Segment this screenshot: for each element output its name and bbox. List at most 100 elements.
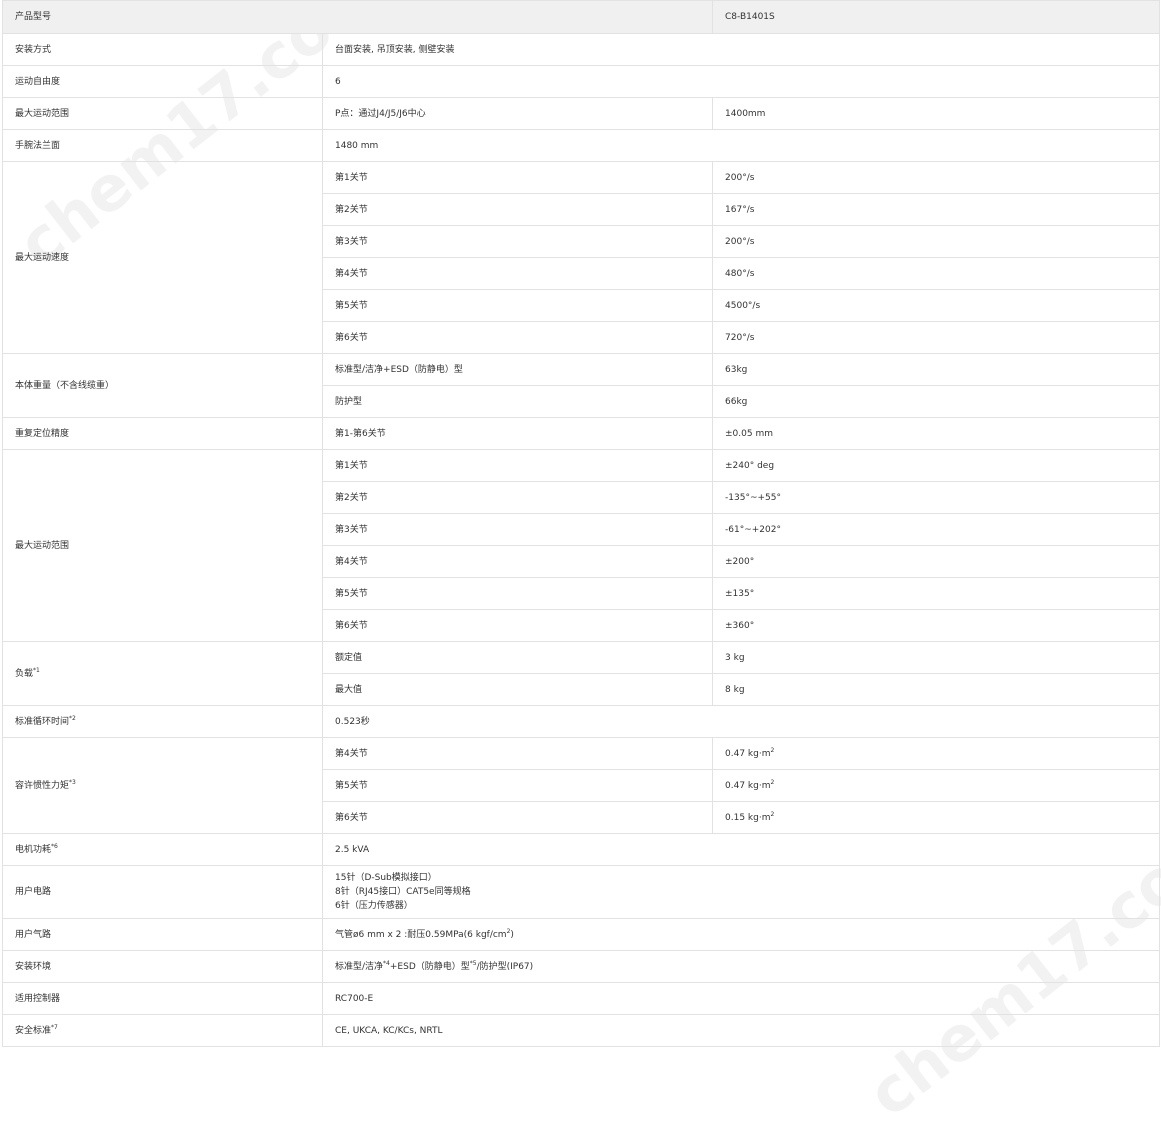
footnote-marker: *4 bbox=[383, 959, 390, 967]
row-label: 用户电路 bbox=[2, 865, 323, 919]
value-text: 气管ø6 mm x 2 :耐压0.59MPa(6 kgf/cm bbox=[335, 929, 507, 940]
value-text: /防护型(IP67) bbox=[476, 961, 534, 972]
row-label: 标准循环时间*2 bbox=[2, 705, 323, 738]
row-label: 用户气路 bbox=[2, 918, 323, 951]
row-label: 适用控制器 bbox=[2, 982, 323, 1015]
row-label: 运动自由度 bbox=[2, 65, 323, 98]
table-row: 重复定位精度 第1-第6关节 ±0.05 mm bbox=[2, 417, 1161, 450]
footnote-marker: *1 bbox=[33, 666, 40, 674]
row-value: -135°~+55° bbox=[712, 481, 1161, 514]
row-subitem: 第1关节 bbox=[321, 161, 714, 194]
value-text: 0.15 kg·m bbox=[725, 812, 771, 823]
table-row: 运动自由度 6 bbox=[2, 65, 1161, 98]
row-value: 1400mm bbox=[712, 97, 1161, 130]
row-subitem: 第3关节 bbox=[321, 513, 714, 546]
table-row: 负载*1 额定值 3 kg bbox=[2, 641, 1161, 706]
row-value: 0.523秒 bbox=[321, 705, 1161, 738]
row-label: 安全标准*7 bbox=[2, 1014, 323, 1047]
footnote-marker: *6 bbox=[51, 842, 58, 850]
row-value: RC700-E bbox=[321, 982, 1161, 1015]
row-subitem: 第6关节 bbox=[321, 321, 714, 354]
row-label: 最大运动范围 bbox=[2, 97, 323, 130]
table-row: 容许惯性力矩*3 第4关节 0.47 kg·m2 bbox=[2, 737, 1161, 834]
spec-table: 产品型号 C8-B1401S 安装方式 台面安装, 吊顶安装, 侧壁安装 运动自… bbox=[1, 0, 1161, 1047]
row-subitem: 第3关节 bbox=[321, 225, 714, 258]
row-label: 最大运动范围 bbox=[2, 449, 323, 642]
footnote-marker: *2 bbox=[69, 714, 76, 722]
value-text: +ESD（防静电）型 bbox=[389, 961, 470, 972]
row-value: 标准型/洁净*4+ESD（防静电）型*5/防护型(IP67) bbox=[321, 950, 1161, 983]
row-subitem: 第4关节 bbox=[321, 737, 714, 770]
row-subitem: 第6关节 bbox=[321, 609, 714, 642]
value-text: 标准型/洁净 bbox=[335, 961, 384, 972]
row-label-text: 安全标准 bbox=[15, 1025, 52, 1036]
value-text: ) bbox=[510, 929, 514, 940]
footnote-marker: *7 bbox=[51, 1023, 58, 1031]
row-label: 安装方式 bbox=[2, 33, 323, 66]
unit-superscript: 2 bbox=[770, 778, 775, 786]
table-row: 安全标准*7 CE, UKCA, KC/KCs, NRTL bbox=[2, 1014, 1161, 1047]
table-row: 适用控制器 RC700-E bbox=[2, 982, 1161, 1015]
table-row: 本体重量（不含线缆重） 标准型/洁净+ESD（防静电）型 63kg bbox=[2, 353, 1161, 418]
row-value: 167°/s bbox=[712, 193, 1161, 226]
row-label: 重复定位精度 bbox=[2, 417, 323, 450]
row-value: 2.5 kVA bbox=[321, 833, 1161, 866]
wiring-line: 6针（压力传感器） bbox=[335, 901, 413, 911]
row-subitem: 标准型/洁净+ESD（防静电）型 bbox=[321, 353, 714, 386]
row-label: 最大运动速度 bbox=[2, 161, 323, 354]
row-value: ±135° bbox=[712, 577, 1161, 610]
row-value: 4500°/s bbox=[712, 289, 1161, 322]
table-row: 最大运动速度 第1关节 200°/s bbox=[2, 161, 1161, 354]
table-row: 安装环境 标准型/洁净*4+ESD（防静电）型*5/防护型(IP67) bbox=[2, 950, 1161, 983]
row-value: 0.15 kg·m2 bbox=[712, 801, 1161, 834]
row-value: -61°~+202° bbox=[712, 513, 1161, 546]
wiring-line: 8针（RJ45接口）CAT5e同等规格 bbox=[335, 887, 471, 897]
row-subitem: 第5关节 bbox=[321, 769, 714, 802]
row-value: ±200° bbox=[712, 545, 1161, 578]
table-row: 安装方式 台面安装, 吊顶安装, 侧壁安装 bbox=[2, 33, 1161, 66]
row-label-text: 负载 bbox=[15, 668, 34, 679]
row-subitem: 第1-第6关节 bbox=[321, 417, 714, 450]
row-value: 6 bbox=[321, 65, 1161, 98]
row-label: 负载*1 bbox=[2, 641, 323, 706]
row-value: 台面安装, 吊顶安装, 侧壁安装 bbox=[321, 33, 1161, 66]
header-model: C8-B1401S bbox=[712, 0, 1161, 34]
unit-superscript: 2 bbox=[770, 746, 775, 754]
table-row: 最大运动范围 第1关节 ±240° deg bbox=[2, 449, 1161, 642]
table-row: 电机功耗*6 2.5 kVA bbox=[2, 833, 1161, 866]
row-subitem: 第6关节 bbox=[321, 801, 714, 834]
row-subitem: 第4关节 bbox=[321, 257, 714, 290]
wiring-line: 15针（D-Sub模拟接口） bbox=[335, 873, 437, 883]
row-subitem: 防护型 bbox=[321, 385, 714, 418]
row-value: 1480 mm bbox=[321, 129, 1161, 162]
header-label: 产品型号 bbox=[1, 0, 714, 34]
table-row: 用户电路 15针（D-Sub模拟接口） 8针（RJ45接口）CAT5e同等规格 … bbox=[2, 865, 1161, 919]
row-value: 480°/s bbox=[712, 257, 1161, 290]
footnote-marker: *3 bbox=[69, 778, 76, 786]
row-value: 3 kg bbox=[712, 641, 1161, 674]
row-value: 气管ø6 mm x 2 :耐压0.59MPa(6 kgf/cm2) bbox=[321, 918, 1161, 951]
row-label: 容许惯性力矩*3 bbox=[2, 737, 323, 834]
row-subitem: 最大值 bbox=[321, 673, 714, 706]
row-subitem: 第4关节 bbox=[321, 545, 714, 578]
row-value: 15针（D-Sub模拟接口） 8针（RJ45接口）CAT5e同等规格 6针（压力… bbox=[321, 865, 1161, 919]
row-label-text: 标准循环时间 bbox=[15, 716, 70, 727]
table-row: 手腕法兰面 1480 mm bbox=[2, 129, 1161, 162]
value-text: 0.47 kg·m bbox=[725, 748, 771, 759]
value-text: 0.47 kg·m bbox=[725, 780, 771, 791]
row-value: ±360° bbox=[712, 609, 1161, 642]
row-value: CE, UKCA, KC/KCs, NRTL bbox=[321, 1014, 1161, 1047]
row-label: 手腕法兰面 bbox=[2, 129, 323, 162]
table-row: 最大运动范围 P点：通过J4/J5/J6中心 1400mm bbox=[2, 97, 1161, 130]
row-label: 电机功耗*6 bbox=[2, 833, 323, 866]
row-label-text: 容许惯性力矩 bbox=[15, 780, 70, 791]
row-label: 安装环境 bbox=[2, 950, 323, 983]
row-value: ±0.05 mm bbox=[712, 417, 1161, 450]
row-label: 本体重量（不含线缆重） bbox=[2, 353, 323, 418]
table-row: 标准循环时间*2 0.523秒 bbox=[2, 705, 1161, 738]
row-value: ±240° deg bbox=[712, 449, 1161, 482]
row-value: 0.47 kg·m2 bbox=[712, 737, 1161, 770]
footnote-marker: *5 bbox=[469, 959, 477, 967]
row-value: 720°/s bbox=[712, 321, 1161, 354]
row-subitem: P点：通过J4/J5/J6中心 bbox=[321, 97, 714, 130]
